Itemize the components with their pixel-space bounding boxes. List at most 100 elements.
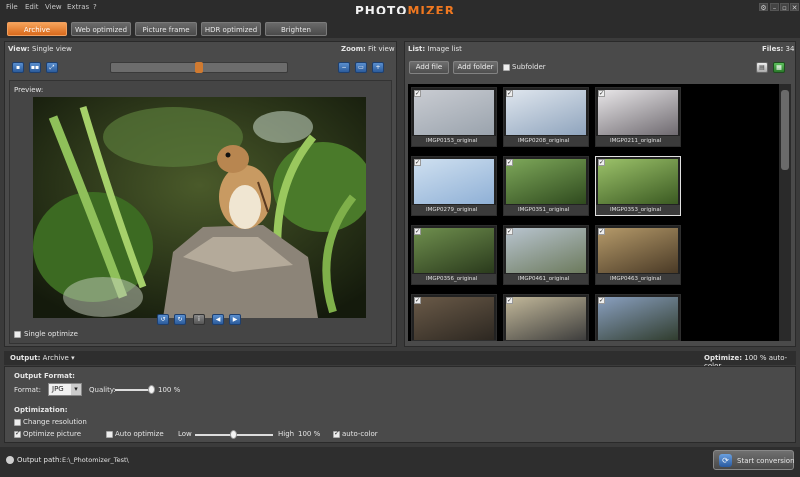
chevron-down-icon: ▾	[71, 384, 81, 395]
thumbnail-checkbox[interactable]: ✓	[598, 297, 605, 304]
restore-button[interactable]: ▫	[780, 3, 789, 12]
thumbnail-item[interactable]: ✓ IMGP0153_original	[411, 87, 497, 147]
optimize-picture-checkbox[interactable]	[14, 429, 21, 438]
next-icon[interactable]: ▶	[229, 314, 241, 325]
info-icon[interactable]: i	[193, 314, 205, 325]
thumbnail-checkbox[interactable]: ✓	[414, 297, 421, 304]
minimize-button[interactable]: –	[770, 3, 779, 12]
quality-slider-handle[interactable]	[148, 385, 155, 394]
thumbnail-item[interactable]: ✓ IMGP0208_original	[503, 87, 589, 147]
thumbnail-checkbox[interactable]: ✓	[414, 90, 421, 97]
thumbnail-checkbox[interactable]: ✓	[506, 228, 513, 235]
thumbnail-item[interactable]: ✓	[411, 294, 497, 341]
level-low-label: Low	[178, 430, 192, 438]
split-view-icon[interactable]: ▪▪	[29, 62, 41, 73]
add-folder-button[interactable]: Add folder	[453, 61, 498, 74]
format-select[interactable]: JPG ▾	[48, 383, 82, 396]
thumbnail-image	[506, 90, 586, 135]
thumbnail-item[interactable]: ✓ IMGP0351_original	[503, 156, 589, 216]
preview-image	[33, 97, 366, 318]
auto-color-checkbox[interactable]	[333, 429, 340, 438]
single-optimize-label: Single optimize	[24, 330, 78, 338]
output-format-header: Output Format:	[14, 372, 75, 380]
start-conversion-label: Start conversion	[737, 457, 795, 465]
thumbnail-item[interactable]: ✓	[595, 294, 681, 341]
thumbnail-caption: IMGP0211_original	[596, 136, 680, 146]
menu-file[interactable]: File	[6, 3, 18, 11]
thumbnail-item[interactable]: ✓ IMGP0353_original	[595, 156, 681, 216]
quality-label: Quality:	[89, 386, 116, 394]
thumbnail-item[interactable]: ✓ IMGP0279_original	[411, 156, 497, 216]
thumbnail-scrollbar-thumb[interactable]	[781, 90, 789, 170]
level-value: 100 %	[298, 430, 321, 438]
convert-icon: ⟳	[719, 454, 732, 467]
thumbnail-item[interactable]: ✓	[503, 294, 589, 341]
optimization-header: Optimization:	[14, 406, 68, 414]
optimize-picture-label: Optimize picture	[23, 430, 82, 438]
thumbnail-caption: IMGP0356_original	[412, 274, 496, 284]
auto-optimize-label: Auto optimize	[115, 430, 164, 438]
previous-icon[interactable]: ◀	[212, 314, 224, 325]
thumbnail-image	[414, 228, 494, 273]
change-resolution-checkbox[interactable]	[14, 419, 21, 426]
thumbnail-image	[598, 90, 678, 135]
thumbnail-checkbox[interactable]: ✓	[598, 90, 605, 97]
menu-view[interactable]: View	[45, 3, 62, 11]
rotate-left-icon[interactable]: ↺	[157, 314, 169, 325]
tab-web-optimized[interactable]: Web optimized	[71, 22, 131, 36]
menu-extras[interactable]: Extras	[67, 3, 89, 11]
output-path-icon	[6, 456, 14, 464]
tab-hdr-optimized[interactable]: HDR optimized	[201, 22, 261, 36]
thumbnail-image	[414, 159, 494, 204]
list-view-icon[interactable]: ▤	[756, 62, 768, 73]
start-conversion-button[interactable]: ⟳ Start conversion	[713, 450, 795, 470]
tab-archive[interactable]: Archive	[7, 22, 67, 36]
auto-color-label: auto-color	[342, 430, 378, 438]
change-resolution-label: Change resolution	[23, 418, 87, 426]
thumbnail-image	[506, 228, 586, 273]
thumbnail-image	[598, 297, 678, 340]
thumbnail-item[interactable]: ✓ IMGP0461_original	[503, 225, 589, 285]
zoom-fit-icon[interactable]: ▭	[355, 62, 367, 73]
thumbnail-checkbox[interactable]: ✓	[598, 159, 605, 166]
close-button[interactable]: ✕	[790, 3, 799, 12]
single-view-icon[interactable]: ▪	[12, 62, 24, 73]
thumbnail-caption: IMGP0279_original	[412, 205, 496, 215]
thumbnail-checkbox[interactable]: ✓	[506, 297, 513, 304]
chevron-down-icon[interactable]: ▾	[71, 354, 75, 362]
list-header: List: Image list	[408, 45, 462, 53]
thumbnail-item[interactable]: ✓ IMGP0356_original	[411, 225, 497, 285]
subfolder-checkbox[interactable]	[503, 64, 510, 71]
zoom-in-icon[interactable]: +	[372, 62, 384, 73]
thumbnail-view-icon[interactable]: ▦	[773, 62, 785, 73]
thumbnail-item[interactable]: ✓ IMGP0463_original	[595, 225, 681, 285]
output-header: Output: Archive ▾	[10, 354, 75, 362]
thumbnail-checkbox[interactable]: ✓	[506, 90, 513, 97]
tab-picture-frame[interactable]: Picture frame	[135, 22, 197, 36]
thumbnail-item[interactable]: ✓ IMGP0211_original	[595, 87, 681, 147]
preview-slider-handle[interactable]	[195, 62, 203, 73]
files-count: Files: 34	[762, 45, 795, 53]
tab-brighten[interactable]: Brighten	[265, 22, 327, 36]
zoom-out-icon[interactable]: −	[338, 62, 350, 73]
add-file-button[interactable]: Add file	[409, 61, 449, 74]
thumbnail-image	[414, 90, 494, 135]
optimization-level-handle[interactable]	[230, 430, 237, 439]
thumbnail-caption: IMGP0463_original	[596, 274, 680, 284]
thumbnail-checkbox[interactable]: ✓	[414, 228, 421, 235]
thumbnail-caption: IMGP0461_original	[504, 274, 588, 284]
rotate-right-icon[interactable]: ↻	[174, 314, 186, 325]
subfolder-label: Subfolder	[512, 63, 546, 71]
thumbnail-checkbox[interactable]: ✓	[414, 159, 421, 166]
output-path-value[interactable]: E:\_Photomizer_Test\	[62, 456, 129, 464]
thumbnail-checkbox[interactable]: ✓	[506, 159, 513, 166]
menu-help[interactable]: ?	[93, 3, 97, 11]
compare-view-icon[interactable]: ⤢	[46, 62, 58, 73]
menu-edit[interactable]: Edit	[25, 3, 39, 11]
thumbnail-image	[598, 159, 678, 204]
auto-optimize-checkbox[interactable]	[106, 431, 113, 438]
quality-slider[interactable]	[115, 389, 151, 391]
settings-icon[interactable]: ⚙	[759, 3, 768, 12]
single-optimize-checkbox[interactable]	[14, 331, 21, 338]
thumbnail-checkbox[interactable]: ✓	[598, 228, 605, 235]
